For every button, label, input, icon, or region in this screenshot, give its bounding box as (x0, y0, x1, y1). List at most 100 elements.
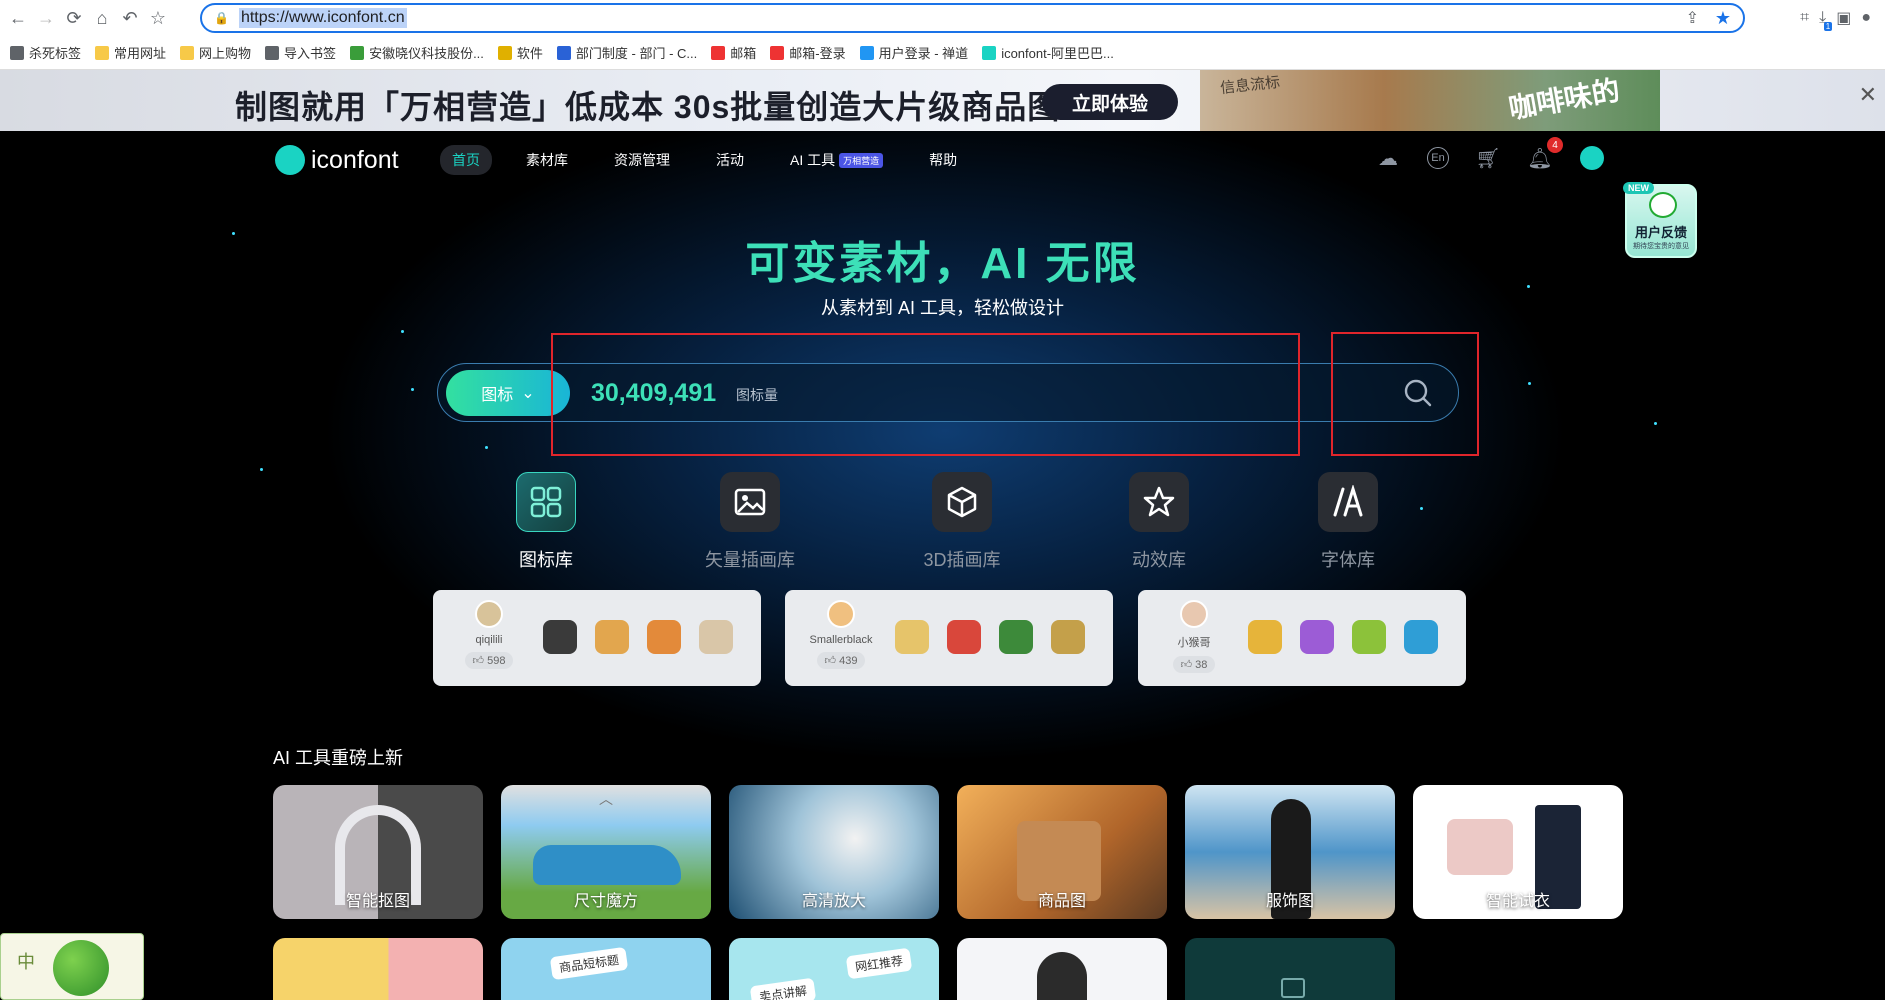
reload-icon[interactable]: ⟳ (60, 4, 88, 32)
ai-card-upscale[interactable]: 高清放大 (729, 785, 939, 919)
showcase-icon[interactable] (1404, 620, 1438, 654)
showcase-icon[interactable] (595, 620, 629, 654)
bookmark-favicon-icon (982, 45, 997, 60)
bookmark-item[interactable]: 安徽晓仪科技股份... (350, 43, 484, 62)
showcase-icon[interactable] (999, 620, 1033, 654)
showcase-author[interactable]: qiqilili 👍︎ 598 (451, 600, 527, 669)
ai-card-row2-5[interactable] (1185, 938, 1395, 1000)
nav-item-label: 首页 (452, 152, 480, 168)
showcase-icon[interactable] (1248, 620, 1282, 654)
iconfont-logo[interactable]: iconfont (275, 145, 399, 175)
nav-item-resources[interactable]: 资源管理 (602, 145, 682, 175)
nav-item-library[interactable]: 素材库 (514, 145, 580, 175)
close-icon[interactable]: ✕ (1859, 82, 1877, 108)
ai-card-label: 商品图 (1037, 893, 1086, 910)
bookmark-item[interactable]: 网上购物 (180, 43, 251, 62)
showcase-icon[interactable] (543, 620, 577, 654)
forward-icon[interactable]: → (32, 4, 60, 32)
bookmarked-star-icon[interactable]: ★ (1715, 8, 1731, 29)
library-tab-vector[interactable]: 矢量插画库 (680, 472, 820, 572)
library-tab-motion[interactable]: 动效库 (1089, 472, 1229, 572)
bookmark-item[interactable]: 常用网址 (95, 43, 166, 62)
banner-text: 制图就用「万相营造」低成本 30s批量创造大片级商品图 (235, 89, 1061, 125)
nav-item-label: 素材库 (526, 152, 568, 168)
notification-bell-icon[interactable]: 🔔︎ 4 (1527, 137, 1563, 171)
showcase-author[interactable]: Smallerblack 👍︎ 439 (803, 600, 879, 669)
bookmark-item[interactable]: iconfont-阿里巴巴... (982, 43, 1114, 62)
nav-item-help[interactable]: 帮助 (917, 145, 969, 175)
showcase-icon[interactable] (895, 620, 929, 654)
cart-icon[interactable]: 🛒︎ (1475, 145, 1501, 171)
feedback-title: 用户反馈 (1634, 225, 1687, 240)
star-dot (1420, 507, 1423, 510)
bookmark-item[interactable]: 软件 (497, 43, 543, 62)
font-icon (1318, 472, 1378, 532)
ai-card-label: 尺寸魔方 (573, 893, 638, 910)
ai-card-row2-4[interactable] (957, 938, 1167, 1000)
author-name: Smallerblack (809, 634, 873, 646)
showcase-card[interactable]: qiqilili 👍︎ 598 (433, 590, 761, 686)
header-actions: ☁ En 🛒︎ 🔔︎ 4 (1375, 137, 1605, 171)
crop-icon[interactable]: ⌗ (1800, 9, 1809, 27)
ai-card-tryon[interactable]: 智能试衣 (1413, 785, 1623, 919)
language-icon[interactable]: En (1427, 147, 1449, 169)
ime-status-widget[interactable]: 中 (0, 933, 144, 1000)
showcase-icon[interactable] (699, 620, 733, 654)
back-icon[interactable]: ← (4, 4, 32, 32)
showcase-card[interactable]: Smallerblack 👍︎ 439 (785, 590, 1113, 686)
feedback-widget[interactable]: NEW 用户反馈 期待您宝贵的意见 (1623, 182, 1697, 258)
nav-item-ai-tools[interactable]: AI 工具 万相营造 (778, 145, 895, 175)
library-tab-3d[interactable]: 3D插画库 (892, 472, 1032, 572)
url-text[interactable]: https://www.iconfont.cn (238, 8, 407, 28)
chip-label: 网红推荐 (845, 947, 913, 980)
user-avatar[interactable] (1579, 145, 1605, 171)
like-count[interactable]: 👍︎ 439 (816, 652, 866, 669)
ai-card-row2-2[interactable]: 商品短标题 (501, 938, 711, 1000)
promo-banner[interactable]: 制图就用「万相营造」低成本 30s批量创造大片级商品图 立即体验 信息流标 咖啡… (0, 70, 1885, 131)
profile-icon[interactable]: ● (1861, 9, 1871, 27)
showcase-icon[interactable] (1051, 620, 1085, 654)
showcase-author[interactable]: 小猴哥 👍︎ 38 (1156, 600, 1232, 673)
ai-card-apparel[interactable]: 服饰图 (1185, 785, 1395, 919)
download-icon[interactable]: ⤓ 1 (1819, 9, 1833, 31)
undo-icon[interactable]: ↶ (116, 4, 144, 32)
showcase-icon[interactable] (647, 620, 681, 654)
showcase-icon[interactable] (947, 620, 981, 654)
library-tab-fonts[interactable]: 字体库 (1278, 472, 1418, 572)
browser-toolbar: ← → ⟳ ⌂ ↶ ☆ 🔒 https://www.iconfont.cn ⇪ … (0, 0, 1885, 36)
ai-card-row2-3[interactable]: 网红推荐 卖点讲解 (729, 938, 939, 1000)
bookmark-label: 安徽晓仪科技股份... (369, 46, 484, 61)
bookmark-item[interactable]: 邮箱 (711, 43, 756, 62)
upload-cloud-icon[interactable]: ☁ (1375, 145, 1401, 171)
showcase-icon[interactable] (1352, 620, 1386, 654)
bookmark-item[interactable]: 邮箱-登录 (770, 43, 846, 62)
ai-card-row2-1[interactable] (273, 938, 483, 1000)
showcase-card[interactable]: 小猴哥 👍︎ 38 (1138, 590, 1466, 686)
banner-cta-button[interactable]: 立即体验 (1042, 84, 1178, 120)
nav-item-activity[interactable]: 活动 (704, 145, 756, 175)
highlight-box-search-input (551, 333, 1300, 456)
ai-tag-badge: 万相营造 (839, 152, 884, 168)
bookmark-star-icon[interactable]: ☆ (144, 4, 172, 32)
ai-card-product[interactable]: 商品图 (957, 785, 1167, 919)
address-bar[interactable]: 🔒 https://www.iconfont.cn ⇪ ★ (200, 3, 1745, 33)
bookmark-item[interactable]: 部门制度 - 部门 - C... (556, 43, 697, 62)
feedback-subtitle: 期待您宝贵的意见 (1633, 243, 1689, 250)
ai-card-matting[interactable]: 智能抠图 (273, 785, 483, 919)
sidepanel-icon[interactable]: ▣ (1836, 8, 1851, 28)
star-dot (401, 330, 404, 333)
nav-item-label: 资源管理 (614, 152, 670, 168)
like-count[interactable]: 👍︎ 598 (464, 652, 514, 669)
like-count-value: 598 (487, 655, 506, 667)
showcase-icon[interactable] (1300, 620, 1334, 654)
bookmark-item[interactable]: 导入书签 (265, 43, 336, 62)
bookmark-item[interactable]: 用户登录 - 禅道 (859, 43, 968, 62)
banner-art-headline: 咖啡味的 (1506, 74, 1623, 125)
bookmark-item[interactable]: 杀死标签 (10, 43, 81, 62)
share-icon[interactable]: ⇪ (1686, 8, 1699, 28)
home-icon[interactable]: ⌂ (88, 4, 116, 32)
nav-item-home[interactable]: 首页 (440, 145, 492, 175)
library-tab-icons[interactable]: 图标库 (476, 472, 616, 572)
ai-card-resize[interactable]: ︿ 尺寸魔方 (501, 785, 711, 919)
like-count[interactable]: 👍︎ 38 (1172, 656, 1216, 673)
